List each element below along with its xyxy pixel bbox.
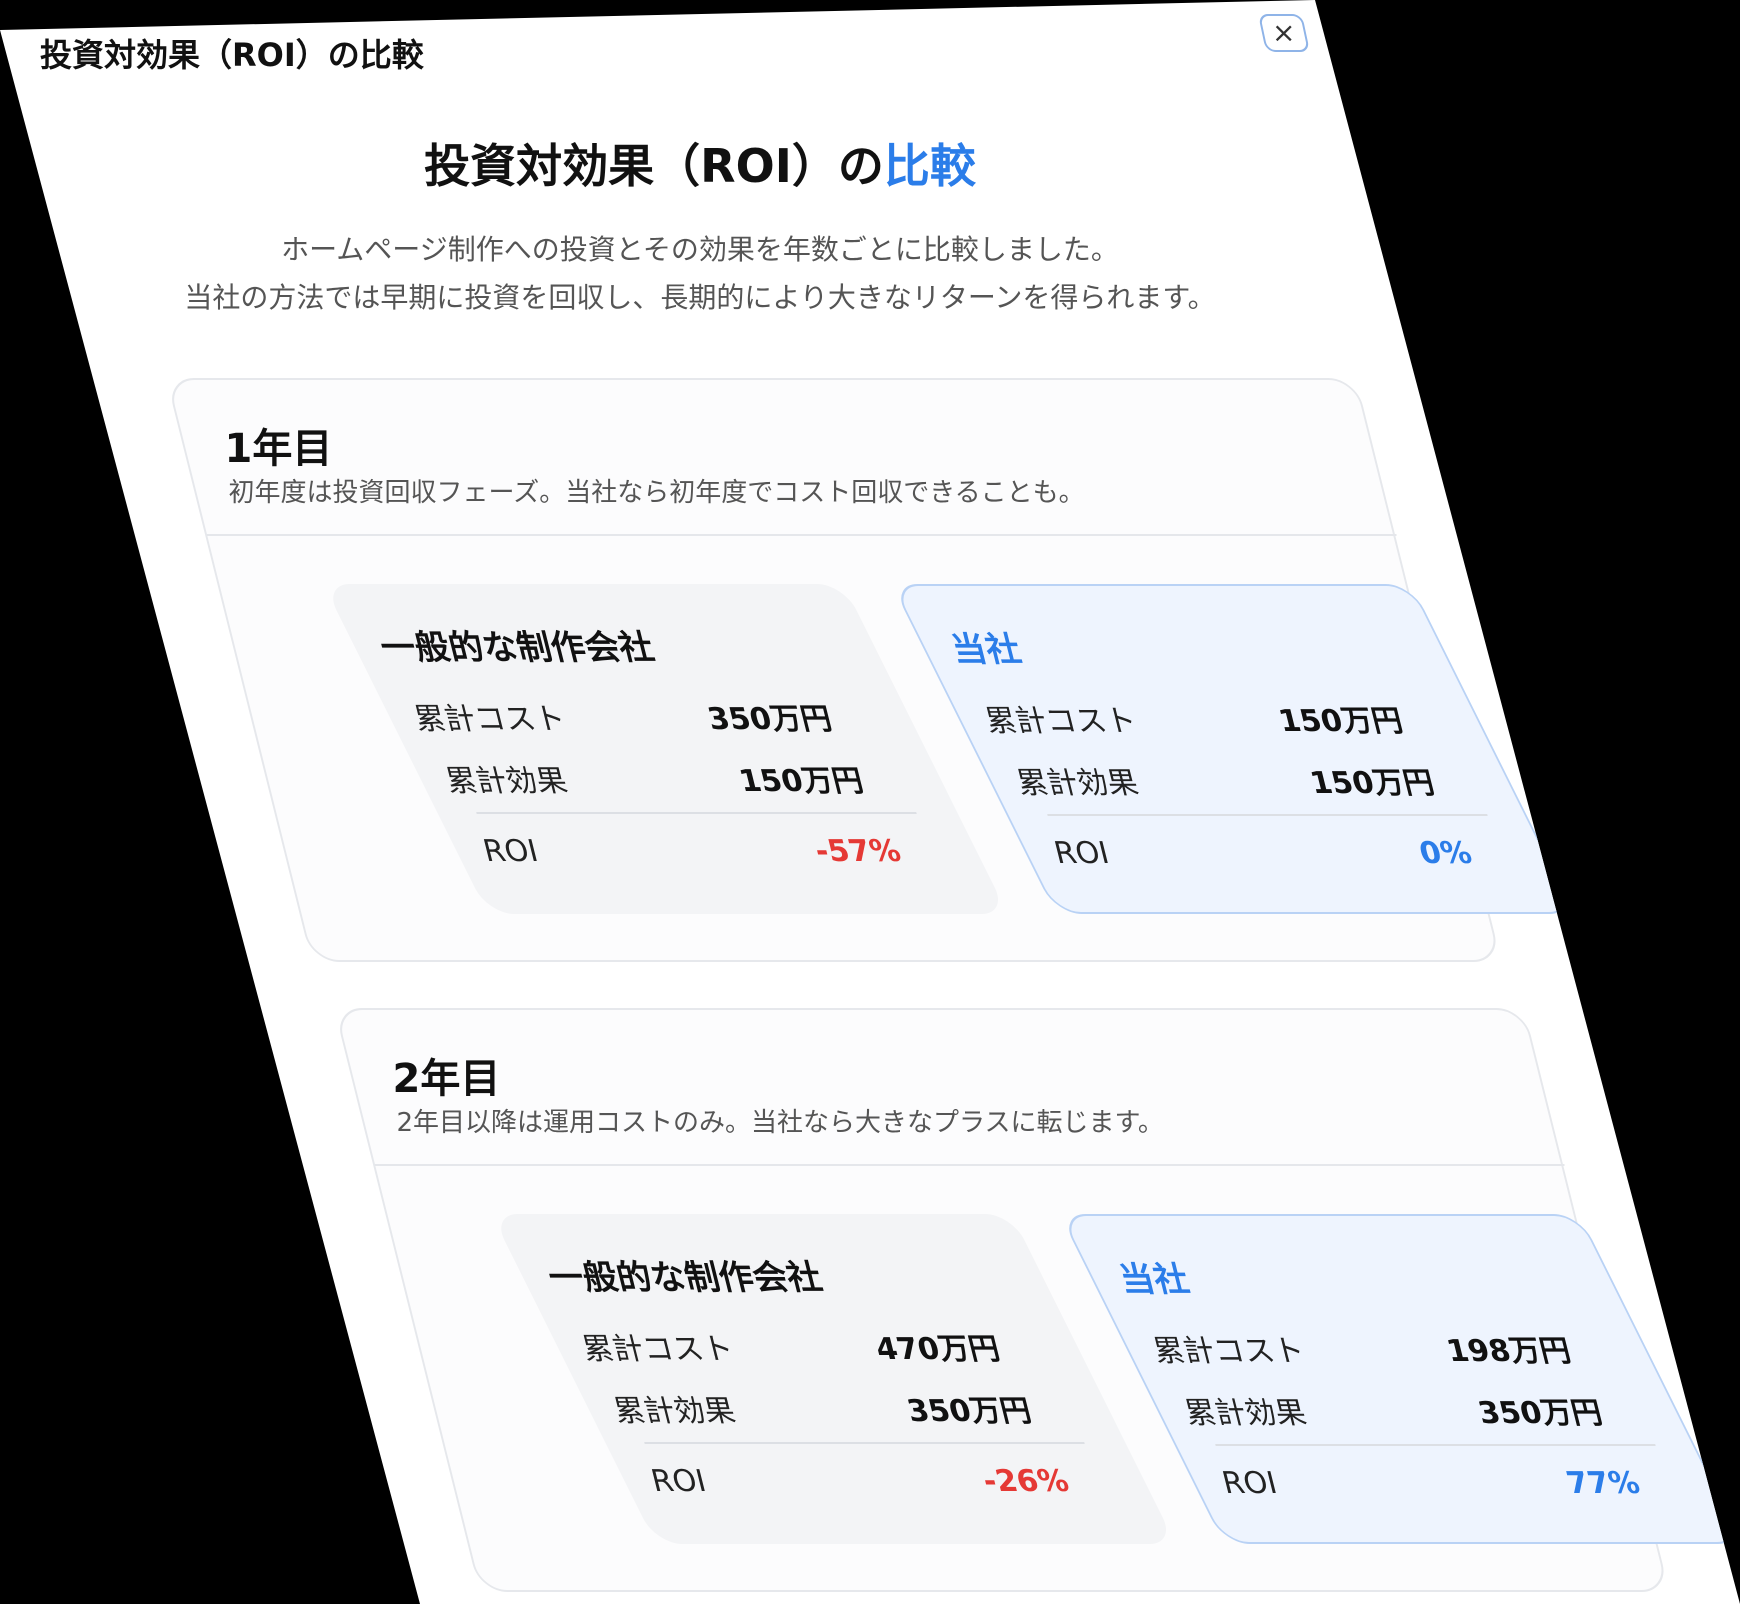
- close-button[interactable]: ×: [1257, 14, 1311, 52]
- divider: [1047, 814, 1488, 816]
- effect-value: 350万円: [1474, 1396, 1606, 1431]
- year-heading: 1年目: [224, 426, 333, 472]
- roi-label: ROI: [479, 834, 542, 869]
- year-card-2: 2年目 2年目以降は運用コストのみ。当社なら大きなプラスに転じます。 一般的な制…: [334, 1008, 1740, 1592]
- cost-value: 150万円: [1275, 704, 1407, 739]
- divider: [476, 812, 917, 814]
- description-line-1: ホームページ制作への投資とその効果を年数ごとに比較しました。: [281, 233, 1119, 266]
- cost-label: 累計コスト: [981, 704, 1141, 739]
- cost-label: 累計コスト: [578, 1332, 738, 1367]
- cost-value: 198万円: [1443, 1334, 1575, 1369]
- roi-value: 77%: [1562, 1466, 1644, 1501]
- box-title: 一般的な制作会社: [376, 628, 659, 668]
- effect-label: 累計効果: [442, 764, 571, 799]
- effect-value: 350万円: [903, 1394, 1035, 1429]
- year-subtitle: 初年度は投資回収フェーズ。当社なら初年度でコスト回収できることも。: [228, 478, 1085, 508]
- year-subtitle: 2年目以降は運用コストのみ。当社なら大きなプラスに転じます。: [396, 1108, 1164, 1138]
- page-title-accent: 比較: [883, 139, 976, 193]
- close-icon: ×: [1272, 16, 1296, 49]
- year-heading: 2年目: [392, 1056, 501, 1102]
- roi-value: -26%: [979, 1464, 1073, 1499]
- divider: [374, 1164, 1565, 1166]
- effect-value: 150万円: [1306, 766, 1438, 801]
- box-title: 当社: [947, 630, 1026, 670]
- page-title: 投資対効果（ROI）の比較: [0, 130, 1400, 196]
- roi-label: ROI: [1218, 1466, 1281, 1501]
- roi-value: 0%: [1415, 836, 1476, 871]
- comparison-box-ours: 当社 累計コスト 150万円 累計効果 150万円 ROI 0%: [891, 584, 1576, 914]
- effect-value: 150万円: [735, 764, 867, 799]
- year-card-1: 1年目 初年度は投資回収フェーズ。当社なら初年度でコスト回収できることも。 一般…: [166, 378, 1576, 962]
- cost-label: 累計コスト: [410, 702, 570, 737]
- cost-value: 470万円: [872, 1332, 1004, 1367]
- effect-label: 累計効果: [1181, 1396, 1310, 1431]
- roi-label: ROI: [1050, 836, 1113, 871]
- box-title: 一般的な制作会社: [544, 1258, 827, 1298]
- description-line-2: 当社の方法では早期に投資を回収し、長期的により大きなリターンを得られます。: [184, 281, 1216, 314]
- divider: [206, 534, 1397, 536]
- effect-label: 累計効果: [610, 1394, 739, 1429]
- cost-label: 累計コスト: [1149, 1334, 1309, 1369]
- modal-title: 投資対効果（ROI）の比較: [40, 36, 424, 74]
- box-title: 当社: [1115, 1260, 1194, 1300]
- page-title-prefix: 投資対効果（ROI）の: [424, 139, 884, 193]
- comparison-box-ours: 当社 累計コスト 198万円 累計効果 350万円 ROI 77%: [1059, 1214, 1740, 1544]
- roi-value: -57%: [811, 834, 905, 869]
- modal-sheet: 投資対効果（ROI）の比較 × 投資対効果（ROI）の比較 ホームページ制作への…: [0, 0, 1740, 1604]
- divider: [1215, 1444, 1656, 1446]
- divider: [644, 1442, 1085, 1444]
- cost-value: 350万円: [704, 702, 836, 737]
- roi-label: ROI: [647, 1464, 710, 1499]
- effect-label: 累計効果: [1013, 766, 1142, 801]
